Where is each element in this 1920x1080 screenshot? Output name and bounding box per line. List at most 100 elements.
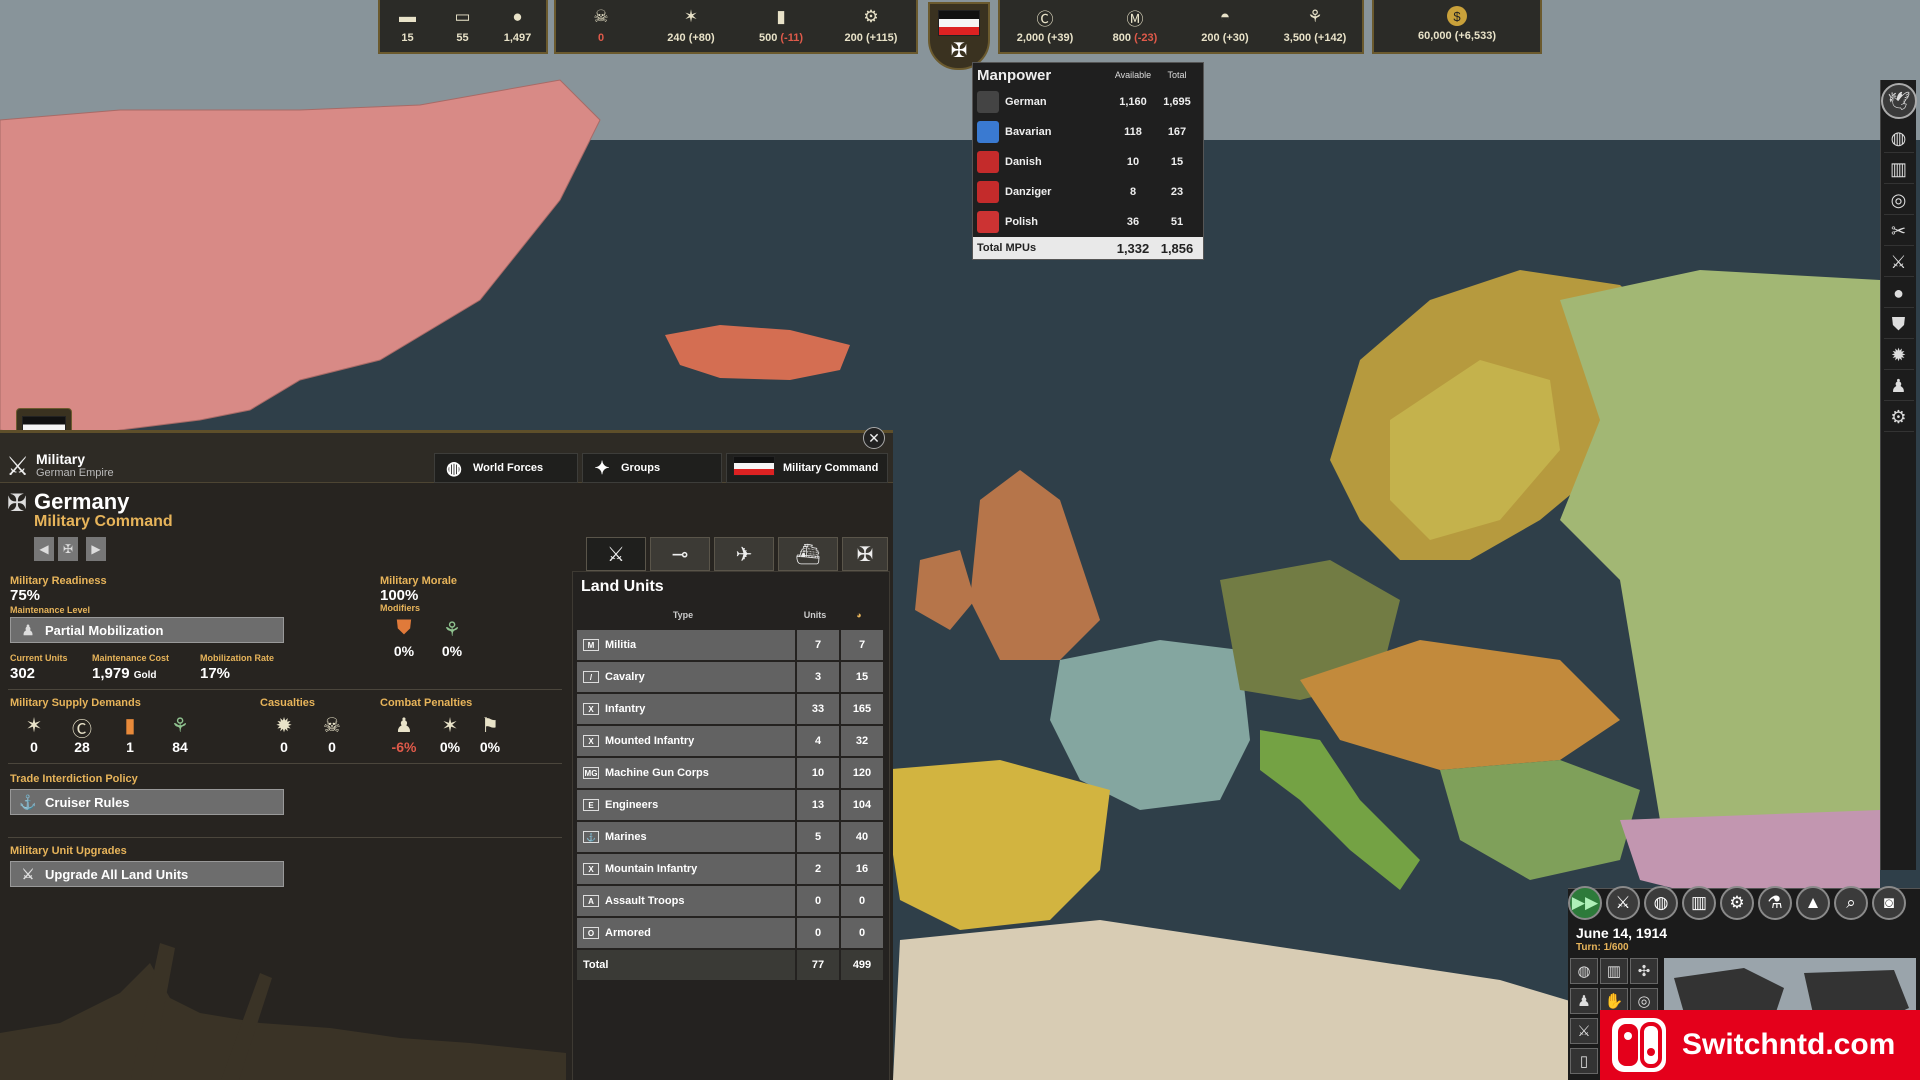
resource-metal[interactable]: Ⓜ 800 (-23) xyxy=(1090,0,1180,52)
unit-type-icon: X xyxy=(583,703,599,715)
people-icon[interactable]: ♟ xyxy=(1570,988,1598,1014)
phone-icon[interactable]: ▯ xyxy=(1570,1048,1598,1074)
supply-grain: ⚘ 84 xyxy=(158,713,202,755)
iron-cross-icon: ✠ xyxy=(950,40,968,62)
resource-grain[interactable]: ⚘ 3,500 (+142) xyxy=(1270,0,1360,52)
parliament-icon[interactable]: ▥ xyxy=(1600,958,1628,984)
resource-coal[interactable]: Ⓒ 2,000 (+39) xyxy=(1000,0,1090,52)
upgrade-all-button[interactable]: ⚔ Upgrade All Land Units xyxy=(10,861,284,887)
globe-icon[interactable]: ◍ xyxy=(1883,125,1914,153)
swords-icon[interactable]: ⚔ xyxy=(1883,249,1914,277)
eagle-icon[interactable]: 🕊 xyxy=(1881,83,1917,119)
parliament-icon[interactable]: ▥ xyxy=(1883,156,1914,184)
divider xyxy=(8,837,562,838)
prev-country-button[interactable]: ◀ xyxy=(34,537,54,561)
land-unit-row[interactable]: / Cavalry 3 15 xyxy=(577,662,889,692)
land-unit-row[interactable]: X Infantry 33 165 xyxy=(577,694,889,724)
tab-command[interactable]: ✠ xyxy=(842,537,888,571)
tab-military-command[interactable]: Military Command xyxy=(726,453,888,483)
next-country-button[interactable]: ▶ xyxy=(86,537,106,561)
tab-groups[interactable]: ✦ Groups xyxy=(582,453,722,483)
diplomacy-globe-icon[interactable]: ◎ xyxy=(1883,187,1914,215)
resource-fuel[interactable]: ▮ 500 (-11) xyxy=(736,0,826,52)
compass-icon[interactable]: ✣ xyxy=(1630,958,1658,984)
resource-bar-raw: Ⓒ 2,000 (+39) Ⓜ 800 (-23) ◓ 200 (+30) ⚘ 3,50… xyxy=(998,0,1364,54)
iron-cross-icon: ✠ xyxy=(856,543,874,566)
search-button[interactable]: ⌕ xyxy=(1834,886,1868,920)
burst-icon[interactable]: ✹ xyxy=(1883,342,1914,370)
shield-icon[interactable]: ⛊ xyxy=(1883,311,1914,339)
globe-icon[interactable]: ◍ xyxy=(1570,958,1598,984)
supply-label: Military Supply Demands xyxy=(10,697,141,709)
panel-header: ⚔ Military German Empire ◍ World Forces ✦… xyxy=(0,433,893,483)
splat-icon: ✹ xyxy=(275,715,293,737)
ship-icon: ⛴ xyxy=(795,543,821,566)
industry-button[interactable]: ⚙ xyxy=(1720,886,1754,920)
manpower-row: Polish 36 51 xyxy=(973,207,1203,237)
resource-gas[interactable]: ☠ 0 xyxy=(556,0,646,52)
morale-modifier-1: ⛊ 0% xyxy=(382,617,426,659)
transport-trucks[interactable]: ▬ 15 xyxy=(380,0,435,52)
country-emblem-button[interactable]: ✠ xyxy=(58,537,78,561)
nation-emblem-icon xyxy=(977,211,999,233)
resource-industry[interactable]: ⚙ 200 (+115) xyxy=(826,0,916,52)
land-unit-row[interactable]: M Militia 7 7 xyxy=(577,630,889,660)
camera-button[interactable]: ◙ xyxy=(1872,886,1906,920)
fast-forward-icon: ▶▶ xyxy=(1571,893,1599,912)
resource-gold[interactable]: $60,000 (+6,533) xyxy=(1374,0,1540,52)
stars-icon: ✦ xyxy=(594,457,610,478)
manpower-title: Manpower xyxy=(977,66,1052,84)
trade-policy-button[interactable]: ⚓ Cruiser Rules xyxy=(10,789,284,815)
manpower-total-row: Total MPUs 1,332 1,856 xyxy=(973,237,1203,259)
cannon-icon: ⊸ xyxy=(671,543,689,566)
swords-icon: ⚔ xyxy=(21,865,35,882)
grenade-icon[interactable]: ● xyxy=(1883,280,1914,308)
factory-icon: ▲ xyxy=(1804,893,1822,912)
transport-rail[interactable]: ▭ 55 xyxy=(435,0,490,52)
camera-icon: ◙ xyxy=(1883,893,1895,912)
tab-artillery[interactable]: ⊸ xyxy=(650,537,710,571)
factory-button[interactable]: ▲ xyxy=(1796,886,1830,920)
manpower-header: Manpower Available Total xyxy=(973,63,1203,87)
settings-icon[interactable]: ⚙ xyxy=(1883,404,1914,432)
play-speed-button[interactable]: ▶▶ xyxy=(1568,886,1602,920)
unit-type-icon: / xyxy=(583,671,599,683)
artillery-icon: ✶ xyxy=(25,715,43,737)
watermark-text: Switchntd.com xyxy=(1682,1028,1896,1061)
swords-icon: ⚔ xyxy=(607,543,625,566)
ammo-shells[interactable]: ● 1,497 xyxy=(490,0,545,52)
government-button[interactable]: ▥ xyxy=(1682,886,1716,920)
tab-land-units[interactable]: ⚔ xyxy=(586,537,646,571)
manpower-col-available: Available xyxy=(1114,70,1152,80)
tab-air-units[interactable]: ✈ xyxy=(714,537,774,571)
mob-rate-value: 17% xyxy=(200,665,231,682)
land-unit-row[interactable]: ⚓ Marines 5 40 xyxy=(577,822,889,852)
diplomacy-button[interactable]: ◍ xyxy=(1644,886,1678,920)
resource-artillery[interactable]: ✶ 240 (+80) xyxy=(646,0,736,52)
research-button[interactable]: ⚗ xyxy=(1758,886,1792,920)
tab-world-forces[interactable]: ◍ World Forces xyxy=(434,453,578,483)
country-name: Germany xyxy=(34,489,130,514)
nation-flag-emblem[interactable]: ✠ xyxy=(928,2,990,70)
land-unit-row[interactable]: X Mountain Infantry 2 16 xyxy=(577,854,889,884)
close-button[interactable]: ✕ xyxy=(863,427,885,449)
person-icon[interactable]: ♟ xyxy=(1883,373,1914,401)
maintenance-level-button[interactable]: ♟ Partial Mobilization xyxy=(10,617,284,643)
swords-icon[interactable]: ⚔ xyxy=(1570,1018,1598,1044)
resource-oil[interactable]: ◓ 200 (+30) xyxy=(1180,0,1270,52)
land-unit-row[interactable]: E Engineers 13 104 xyxy=(577,790,889,820)
land-unit-row[interactable]: A Assault Troops 0 0 xyxy=(577,886,889,916)
unit-type-icon: O xyxy=(583,927,599,939)
shell-icon: ● xyxy=(512,7,523,26)
tab-naval-units[interactable]: ⛴ xyxy=(778,537,838,571)
land-unit-row[interactable]: MG Machine Gun Corps 10 120 xyxy=(577,758,889,788)
tools-icon[interactable]: ✂ xyxy=(1883,218,1914,246)
unit-type-icon: ⚓ xyxy=(583,831,599,843)
gear-icon: ⚙ xyxy=(863,7,879,26)
railcar-icon: ▭ xyxy=(454,7,471,26)
military-button[interactable]: ⚔ xyxy=(1606,886,1640,920)
land-unit-row[interactable]: X Mounted Infantry 4 32 xyxy=(577,726,889,756)
skull-icon: ☠ xyxy=(323,715,341,737)
land-unit-row[interactable]: O Armored 0 0 xyxy=(577,918,889,948)
trade-label: Trade Interdiction Policy xyxy=(10,773,138,785)
